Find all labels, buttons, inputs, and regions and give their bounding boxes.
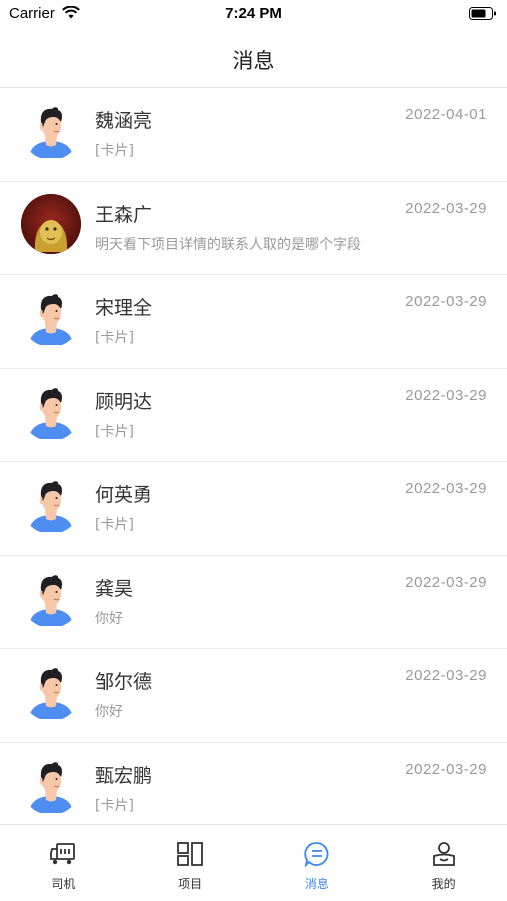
message-row[interactable]: 王森广 2022-03-29 明天看下项目详情的联系人取的是哪个字段 (0, 182, 507, 275)
message-row[interactable]: 甄宏鹏 2022-03-29 [卡片] (0, 743, 507, 836)
message-row[interactable]: 魏涵亮 2022-04-01 [卡片] (0, 88, 507, 182)
tab-label: 司机 (51, 877, 76, 891)
message-preview: [卡片] (95, 423, 134, 440)
avatar (21, 100, 81, 160)
avatar (21, 287, 81, 347)
message-date: 2022-03-29 (405, 760, 487, 778)
message-row[interactable]: 顾明达 2022-03-29 [卡片] (0, 369, 507, 462)
battery-icon (469, 7, 497, 25)
message-date: 2022-03-29 (405, 293, 487, 310)
message-list: 魏涵亮 2022-04-01 [卡片] 王森广 2022-03-29 明天看下项目详情的联… (0, 88, 507, 835)
tab-user[interactable]: 我的 (380, 825, 507, 901)
tab-label: 项目 (178, 877, 203, 891)
contact-name: 王森广 (95, 203, 153, 226)
tab-label: 消息 (304, 877, 329, 891)
message-date: 2022-04-01 (405, 106, 487, 123)
nav-bar: 消息 (0, 30, 507, 88)
message-preview: 你好 (95, 610, 123, 627)
contact-name: 甄宏鹏 (95, 764, 153, 787)
contact-name: 龚昊 (95, 577, 134, 600)
message-row[interactable]: 何英勇 2022-03-29 [卡片] (0, 462, 507, 556)
tab-grid[interactable]: 项目 (127, 825, 254, 901)
truck-icon (49, 841, 77, 871)
tab-label: 我的 (431, 877, 456, 891)
user-icon (430, 841, 458, 871)
tab-message[interactable]: 消息 (254, 825, 381, 901)
message-row[interactable]: 龚昊 2022-03-29 你好 (0, 556, 507, 649)
message-date: 2022-03-29 (405, 199, 487, 217)
message-date: 2022-03-29 (405, 573, 487, 591)
contact-name: 魏涵亮 (95, 110, 153, 132)
avatar (21, 474, 81, 534)
message-icon (303, 841, 331, 871)
avatar (21, 754, 81, 815)
clock: 7:24 PM (225, 5, 282, 22)
avatar (21, 661, 81, 721)
avatar (21, 567, 81, 628)
message-preview: [卡片] (95, 330, 134, 346)
message-date: 2022-03-29 (405, 386, 487, 404)
status-bar: Carrier 7:24 PM (0, 0, 507, 30)
grid-icon (176, 841, 204, 871)
message-date: 2022-03-29 (405, 480, 487, 497)
avatar (21, 380, 81, 441)
tab-bar: 司机 项目 消息 我的 (0, 824, 507, 901)
message-preview: [卡片] (95, 797, 134, 814)
message-preview: [卡片] (95, 517, 134, 533)
tab-truck[interactable]: 司机 (0, 825, 127, 901)
message-preview: 你好 (95, 704, 123, 720)
message-date: 2022-03-29 (405, 667, 487, 684)
contact-name: 顾明达 (95, 390, 153, 413)
contact-name: 宋理全 (95, 297, 153, 319)
contact-name: 邹尔德 (95, 671, 153, 693)
page-title: 消息 (232, 49, 275, 73)
message-preview: [卡片] (95, 143, 134, 159)
contact-name: 何英勇 (95, 484, 153, 506)
message-preview: 明天看下项目详情的联系人取的是哪个字段 (95, 236, 361, 253)
message-row[interactable]: 宋理全 2022-03-29 [卡片] (0, 275, 507, 369)
message-row[interactable]: 邹尔德 2022-03-29 你好 (0, 649, 507, 743)
avatar-photo (21, 193, 81, 254)
